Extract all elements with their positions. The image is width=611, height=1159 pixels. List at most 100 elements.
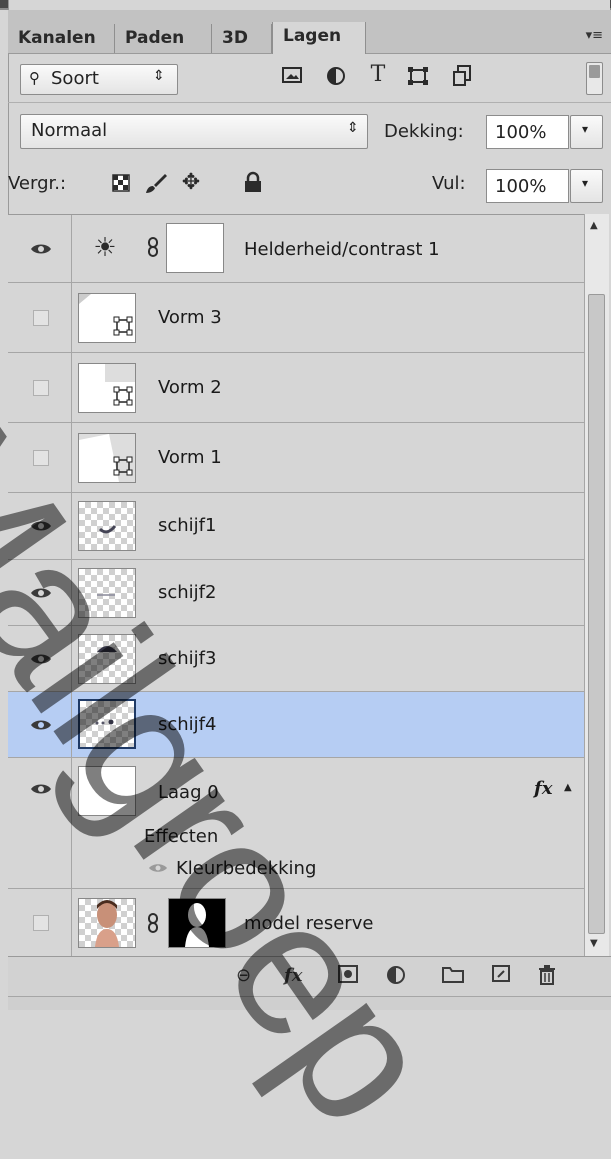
tab-lagen[interactable]: Lagen <box>272 22 366 54</box>
layer-thumbnail[interactable] <box>78 363 136 413</box>
layer-thumbnail[interactable] <box>78 634 136 684</box>
layer-mask-thumbnail[interactable] <box>168 898 226 948</box>
blend-row: Normaal ⇕ Dekking: 100% ▾ <box>8 102 611 159</box>
new-layer-icon[interactable] <box>492 965 512 988</box>
opacity-label: Dekking: <box>384 121 464 142</box>
visibility-toggle[interactable] <box>8 889 72 957</box>
lock-transparency-icon[interactable] <box>110 174 132 196</box>
blend-mode-value: Normaal <box>31 120 108 141</box>
layer-name: schijf4 <box>158 714 217 735</box>
layer-thumbnail-selected[interactable] <box>78 699 136 749</box>
eye-icon <box>31 654 51 664</box>
fill-value: 100% <box>495 176 547 197</box>
link-layers-icon[interactable]: ⊖ <box>236 965 251 986</box>
shape-layer-icon <box>113 386 133 406</box>
new-adjustment-layer-icon[interactable] <box>386 965 408 990</box>
visibility-toggle[interactable] <box>8 626 72 691</box>
chain-link-icon <box>146 237 160 259</box>
layer-row[interactable]: ☀ Helderheid/contrast 1 <box>8 215 584 283</box>
shape-layer-filter-icon[interactable] <box>406 66 430 88</box>
scroll-up-icon[interactable]: ▲ <box>590 220 598 231</box>
visibility-toggle[interactable] <box>8 758 72 888</box>
visibility-toggle[interactable] <box>8 215 72 282</box>
add-mask-icon[interactable] <box>338 965 358 988</box>
layer-row[interactable]: Laag 0 fx ▲ Effecten Kleurbedekking <box>8 758 584 889</box>
chain-link-icon <box>146 913 160 935</box>
effect-name[interactable]: Kleurbedekking <box>176 858 316 879</box>
add-layer-style-icon[interactable]: fx <box>284 965 302 986</box>
layer-name: schijf1 <box>158 515 217 536</box>
blend-mode-select[interactable]: Normaal ⇕ <box>20 114 368 149</box>
layer-thumbnail[interactable] <box>78 501 136 551</box>
fill-label: Vul: <box>432 173 466 194</box>
effect-eye-icon[interactable] <box>148 862 168 874</box>
visibility-toggle[interactable] <box>8 493 72 559</box>
lock-row: Vergr.: ✥ Vul: 100% ▾ <box>8 158 611 214</box>
lock-all-icon[interactable] <box>242 171 264 195</box>
layer-mask-thumbnail[interactable] <box>166 223 224 273</box>
layer-row[interactable]: model reserve <box>8 889 584 957</box>
visibility-toggle[interactable] <box>8 560 72 625</box>
new-group-folder-icon[interactable] <box>442 965 464 988</box>
tab-3d[interactable]: 3D <box>212 24 272 53</box>
filter-row: ⚲ Soort ⇕ T <box>8 54 611 102</box>
visibility-toggle[interactable] <box>8 283 72 352</box>
effects-label: Effecten <box>144 826 219 847</box>
tab-paden[interactable]: Paden <box>115 24 212 53</box>
layer-name: Laag 0 <box>158 782 219 803</box>
layer-row[interactable]: schijf2 <box>8 560 584 626</box>
chevron-down-icon: ▾ <box>582 122 589 136</box>
layer-thumbnail[interactable] <box>78 433 136 483</box>
scroll-down-icon[interactable]: ▼ <box>590 938 598 949</box>
opacity-field[interactable]: 100% <box>486 115 569 149</box>
visibility-toggle[interactable] <box>8 353 72 422</box>
panel-resize-grip[interactable] <box>8 996 611 1010</box>
visibility-toggle[interactable] <box>8 692 72 757</box>
shape-layer-icon <box>113 316 133 336</box>
layer-row[interactable]: schijf3 <box>8 626 584 692</box>
shape-layer-icon <box>113 456 133 476</box>
layer-thumbnail[interactable] <box>78 898 136 948</box>
visibility-empty-box <box>33 450 49 466</box>
filter-kind-select[interactable]: ⚲ Soort ⇕ <box>20 64 178 95</box>
delete-layer-trash-icon[interactable] <box>538 965 556 990</box>
lock-pixels-brush-icon[interactable] <box>144 172 168 196</box>
fx-icon[interactable]: fx <box>534 778 552 799</box>
layer-list-scrollbar[interactable]: ▲ ▼ <box>584 214 609 956</box>
visibility-toggle[interactable] <box>8 423 72 492</box>
lock-label: Vergr.: <box>8 173 67 194</box>
pixel-layer-filter-icon[interactable] <box>280 66 304 88</box>
collapse-effects-icon[interactable]: ▲ <box>564 782 572 793</box>
layer-row[interactable]: Vorm 1 <box>8 423 584 493</box>
search-icon: ⚲ <box>29 69 40 87</box>
layer-row[interactable]: Vorm 3 <box>8 283 584 353</box>
updown-arrow-icon: ⇕ <box>153 68 165 84</box>
filter-toggle-switch[interactable] <box>586 62 603 95</box>
layers-bottom-toolbar: ⊖ fx <box>8 956 611 997</box>
visibility-empty-box <box>33 915 49 931</box>
eye-icon <box>31 588 51 598</box>
layer-row-selected[interactable]: schijf4 <box>8 692 584 758</box>
smart-object-filter-icon[interactable] <box>450 65 474 87</box>
layer-name: model reserve <box>244 913 374 934</box>
portrait-thumbnail-image <box>95 900 119 947</box>
eye-icon <box>31 244 51 254</box>
brightness-contrast-adjustment-icon: ☀ <box>93 233 117 263</box>
scrollbar-thumb[interactable] <box>588 294 605 934</box>
opacity-dropdown-button[interactable]: ▾ <box>570 115 603 149</box>
layer-thumbnail[interactable] <box>78 568 136 618</box>
fill-field[interactable]: 100% <box>486 169 569 203</box>
type-layer-filter-icon[interactable]: T <box>366 62 390 87</box>
fill-dropdown-button[interactable]: ▾ <box>570 169 603 203</box>
layer-row[interactable]: schijf1 <box>8 493 584 560</box>
layer-thumbnail[interactable] <box>78 766 136 816</box>
adjustment-layer-filter-icon[interactable] <box>324 66 348 88</box>
tab-kanalen[interactable]: Kanalen <box>8 24 115 53</box>
opacity-value: 100% <box>495 122 547 143</box>
layer-thumbnail[interactable] <box>78 293 136 343</box>
lock-position-move-icon[interactable]: ✥ <box>178 170 204 196</box>
panel-menu-icon[interactable]: ▾≡ <box>586 28 603 43</box>
layer-name: Vorm 3 <box>158 307 222 328</box>
layer-row[interactable]: Vorm 2 <box>8 353 584 423</box>
eye-icon <box>31 784 51 794</box>
